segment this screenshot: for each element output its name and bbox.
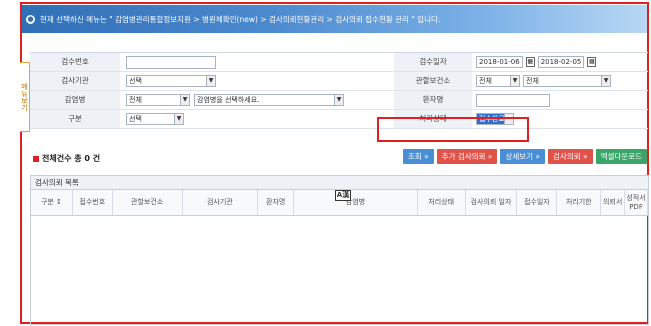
patient-input[interactable] (476, 93, 550, 107)
col-status[interactable]: 처리상태 (418, 190, 466, 215)
total-count-text: 전체건수 총 0 건 (42, 154, 101, 163)
category-select[interactable]: 선택 ▼ (126, 113, 184, 125)
grid-title: 검사의뢰 목록 (31, 176, 648, 190)
request-button[interactable]: 검사의뢰 » (548, 149, 593, 164)
health-center-select-1[interactable]: 전체 ▼ (476, 75, 520, 87)
search-form: 검수번호 검수일자 2018-01-06 ▦ 2018-02-05 ▦ 검사기관… (30, 52, 648, 129)
col-health-center[interactable]: 관할보건소 (113, 190, 183, 215)
chevron-down-icon: ▼ (180, 95, 189, 105)
patient-label: 환자명 (394, 91, 472, 109)
receipt-date-label: 검수일자 (394, 53, 472, 71)
category-label: 구분 (30, 110, 120, 128)
col-request-date[interactable]: 검사의뢰 일자 (466, 190, 518, 215)
col-receipt-date[interactable]: 접수일자 (517, 190, 558, 215)
disease-select[interactable]: 감염병을 선택하세요. ▼ (194, 94, 344, 106)
bullet-icon (33, 155, 39, 162)
calendar-icon[interactable]: ▦ (525, 57, 535, 67)
chevron-down-icon: ▼ (334, 95, 343, 105)
receipt-date-to[interactable]: 2018-02-05 (537, 56, 585, 68)
receipt-no-label: 검수번호 (30, 53, 120, 71)
receipt-no-input[interactable] (126, 55, 216, 69)
test-org-select[interactable]: 선택 ▼ (126, 75, 216, 87)
action-buttons: 조회 » 추가 검사의뢰 » 상세보기 » 검사의뢰 » 엑셀다운로드 (402, 149, 647, 164)
add-request-button[interactable]: 추가 검사의뢰 » (436, 149, 498, 164)
receipt-date-from[interactable]: 2018-01-06 (476, 56, 523, 68)
col-result-pdf[interactable]: 성적서 PDF (625, 190, 648, 215)
disease-group-select[interactable]: 전체 ▼ (126, 94, 190, 106)
health-center-label: 관할보건소 (394, 72, 472, 90)
test-org-label: 검사기관 (30, 72, 120, 90)
col-category[interactable]: 구분 ↕ (31, 190, 73, 215)
ime-indicator: A漢 (335, 190, 351, 201)
search-button[interactable]: 조회 » (402, 149, 434, 164)
col-deadline[interactable]: 처리기한 (557, 190, 602, 215)
chevron-down-icon: ▼ (206, 76, 215, 86)
menu-side-tab-label: 메뉴보기 (20, 83, 29, 111)
col-test-org[interactable]: 검사기관 (183, 190, 259, 215)
chevron-down-icon: ▼ (174, 114, 183, 124)
col-receipt-no[interactable]: 접수번호 (73, 190, 113, 215)
detail-button[interactable]: 상세보기 » (500, 149, 546, 164)
excel-download-button[interactable]: 엑셀다운로드 (595, 149, 647, 164)
health-center-select-2[interactable]: 전체 ▼ (523, 75, 611, 87)
disease-label: 감염병 (30, 91, 120, 109)
total-count: 전체건수 총 0 건 (33, 153, 100, 164)
status-highlight-box (377, 117, 529, 142)
chevron-down-icon: ▼ (601, 76, 610, 86)
col-disease[interactable]: 감염병 (294, 190, 418, 215)
menu-side-tab[interactable]: 메뉴보기 (20, 62, 30, 132)
col-patient[interactable]: 환자명 (258, 190, 295, 215)
chevron-down-icon: ▼ (510, 76, 519, 86)
calendar-icon[interactable]: ▦ (587, 57, 597, 67)
col-request-form[interactable]: 의뢰서 (601, 190, 626, 215)
